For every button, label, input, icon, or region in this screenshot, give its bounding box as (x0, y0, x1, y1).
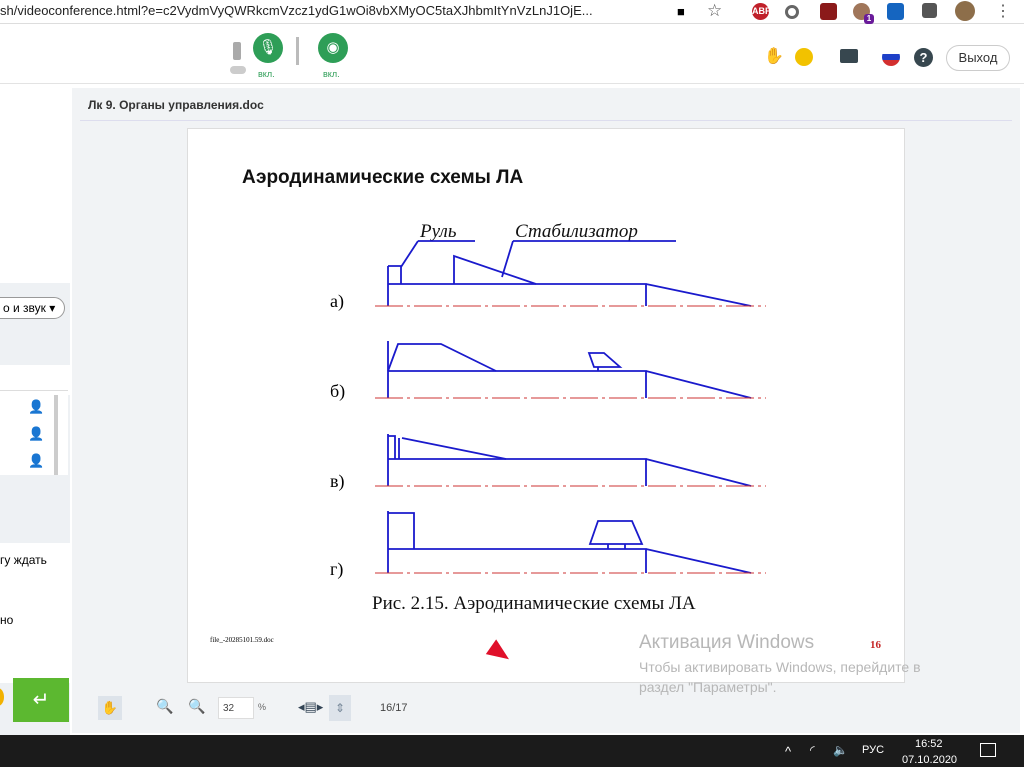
document-title: Лк 9. Органы управления.doc (88, 98, 264, 112)
percent-label: % (258, 702, 267, 712)
camera-icon[interactable]: ■ (677, 4, 685, 19)
axis-lines (375, 305, 766, 574)
puzzle-icon[interactable] (922, 3, 937, 18)
participants-list: 👤 👤 👤 (0, 390, 68, 475)
chat-area: гу ждать но (0, 543, 70, 683)
extension-badge: 1 (864, 14, 874, 24)
emoji-icon[interactable] (795, 48, 813, 66)
user-icon: 👤 (28, 399, 45, 414)
wing-b (387, 343, 497, 372)
hand-tool-icon[interactable]: ✋ (98, 696, 122, 720)
document-page: Аэродинамические схемы ЛА Руль Стабилиза… (187, 128, 905, 683)
windows-taskbar: ^ ◜ 🔈 РУС 16:52 07.10.2020 (0, 735, 1024, 767)
volume-icon[interactable]: 🔈 (833, 743, 848, 757)
body-a (387, 266, 752, 307)
exit-button[interactable]: Выход (946, 45, 1010, 71)
tray-expand-icon[interactable]: ^ (785, 744, 791, 759)
dropdown-label: о и звук (3, 301, 46, 315)
chat-message: но (0, 613, 14, 627)
page-indicator: 16/17 (380, 702, 408, 714)
chat-message: гу ждать (0, 553, 47, 567)
wifi-icon[interactable]: ◜ (810, 743, 815, 757)
tail-d (588, 520, 644, 549)
left-panel: о и звук ▾ 👤 👤 👤 гу ждать но ↵ (0, 85, 70, 735)
stabilizer-leader (501, 240, 676, 278)
star-icon[interactable]: ☆ (707, 1, 722, 21)
camera-status: вкл. (323, 69, 340, 79)
zoom-out-icon[interactable]: 🔍 (188, 698, 205, 715)
clock-date[interactable]: 07.10.2020 (902, 754, 957, 766)
camera-button[interactable]: ◉ (318, 33, 348, 63)
fit-page-icon[interactable]: ⇕ (329, 695, 351, 721)
menu-icon[interactable]: ⋮ (995, 1, 1011, 21)
body-d (387, 511, 752, 574)
volume-slider[interactable] (296, 37, 299, 65)
raise-hand-icon[interactable]: ✋ (764, 46, 784, 66)
toggle-switch[interactable] (230, 66, 246, 74)
language-indicator[interactable]: РУС (862, 744, 884, 756)
emoji-button[interactable] (0, 688, 4, 706)
body-c (387, 434, 752, 487)
translate-icon[interactable] (887, 3, 904, 20)
fit-width-icon[interactable]: ◂▤▸ (298, 699, 323, 715)
opera-icon[interactable] (785, 5, 799, 19)
rudder-c (388, 435, 400, 459)
notifications-icon[interactable] (980, 743, 996, 757)
wing-d (388, 512, 415, 549)
rudder-a (388, 265, 402, 284)
activation-watermark-title: Активация Windows (639, 632, 815, 653)
conference-header: 🎙 вкл. ◉ вкл. ✋ ? (0, 26, 1024, 84)
adblock-icon[interactable]: ABP (752, 3, 771, 20)
zoom-in-icon[interactable]: 🔍 (156, 698, 173, 715)
folder-icon[interactable] (840, 49, 858, 63)
wing-c (401, 437, 507, 460)
browser-address-bar: sh/videoconference.html?e=c2VydmVyQWRkcm… (0, 0, 1024, 24)
user-icon: 👤 (28, 426, 45, 441)
user-icon: 👤 (28, 453, 45, 468)
speaker-icon (233, 42, 241, 60)
send-button[interactable]: ↵ (13, 678, 69, 722)
url-field[interactable]: sh/videoconference.html?e=c2VydmVyQWRkcm… (0, 3, 593, 18)
clock-time[interactable]: 16:52 (915, 738, 943, 750)
aerodynamic-schemes-diagram (375, 240, 766, 574)
pdf-icon[interactable] (820, 3, 837, 20)
activation-watermark-line2: раздел "Параметры". (639, 679, 777, 695)
mic-status: вкл. (258, 69, 275, 79)
zoom-input[interactable]: 32 (218, 697, 254, 719)
viewer-toolbar: ✋ 🔍 🔍 32 % ◂▤▸ ⇕ 16/17 (72, 690, 1020, 726)
tail-b (587, 352, 623, 371)
stabilizer-a (453, 254, 537, 285)
rudder-leader (400, 240, 475, 268)
profile-avatar[interactable] (955, 1, 975, 21)
activation-watermark-line1: Чтобы активировать Windows, перейдите в (639, 659, 921, 675)
scrollbar[interactable] (54, 395, 58, 475)
help-icon[interactable]: ? (914, 48, 933, 67)
language-flag-icon[interactable] (882, 48, 900, 66)
microphone-button[interactable]: 🎙 (253, 33, 283, 63)
audio-video-dropdown[interactable]: о и звук ▾ (0, 297, 65, 319)
body-b (387, 341, 752, 399)
